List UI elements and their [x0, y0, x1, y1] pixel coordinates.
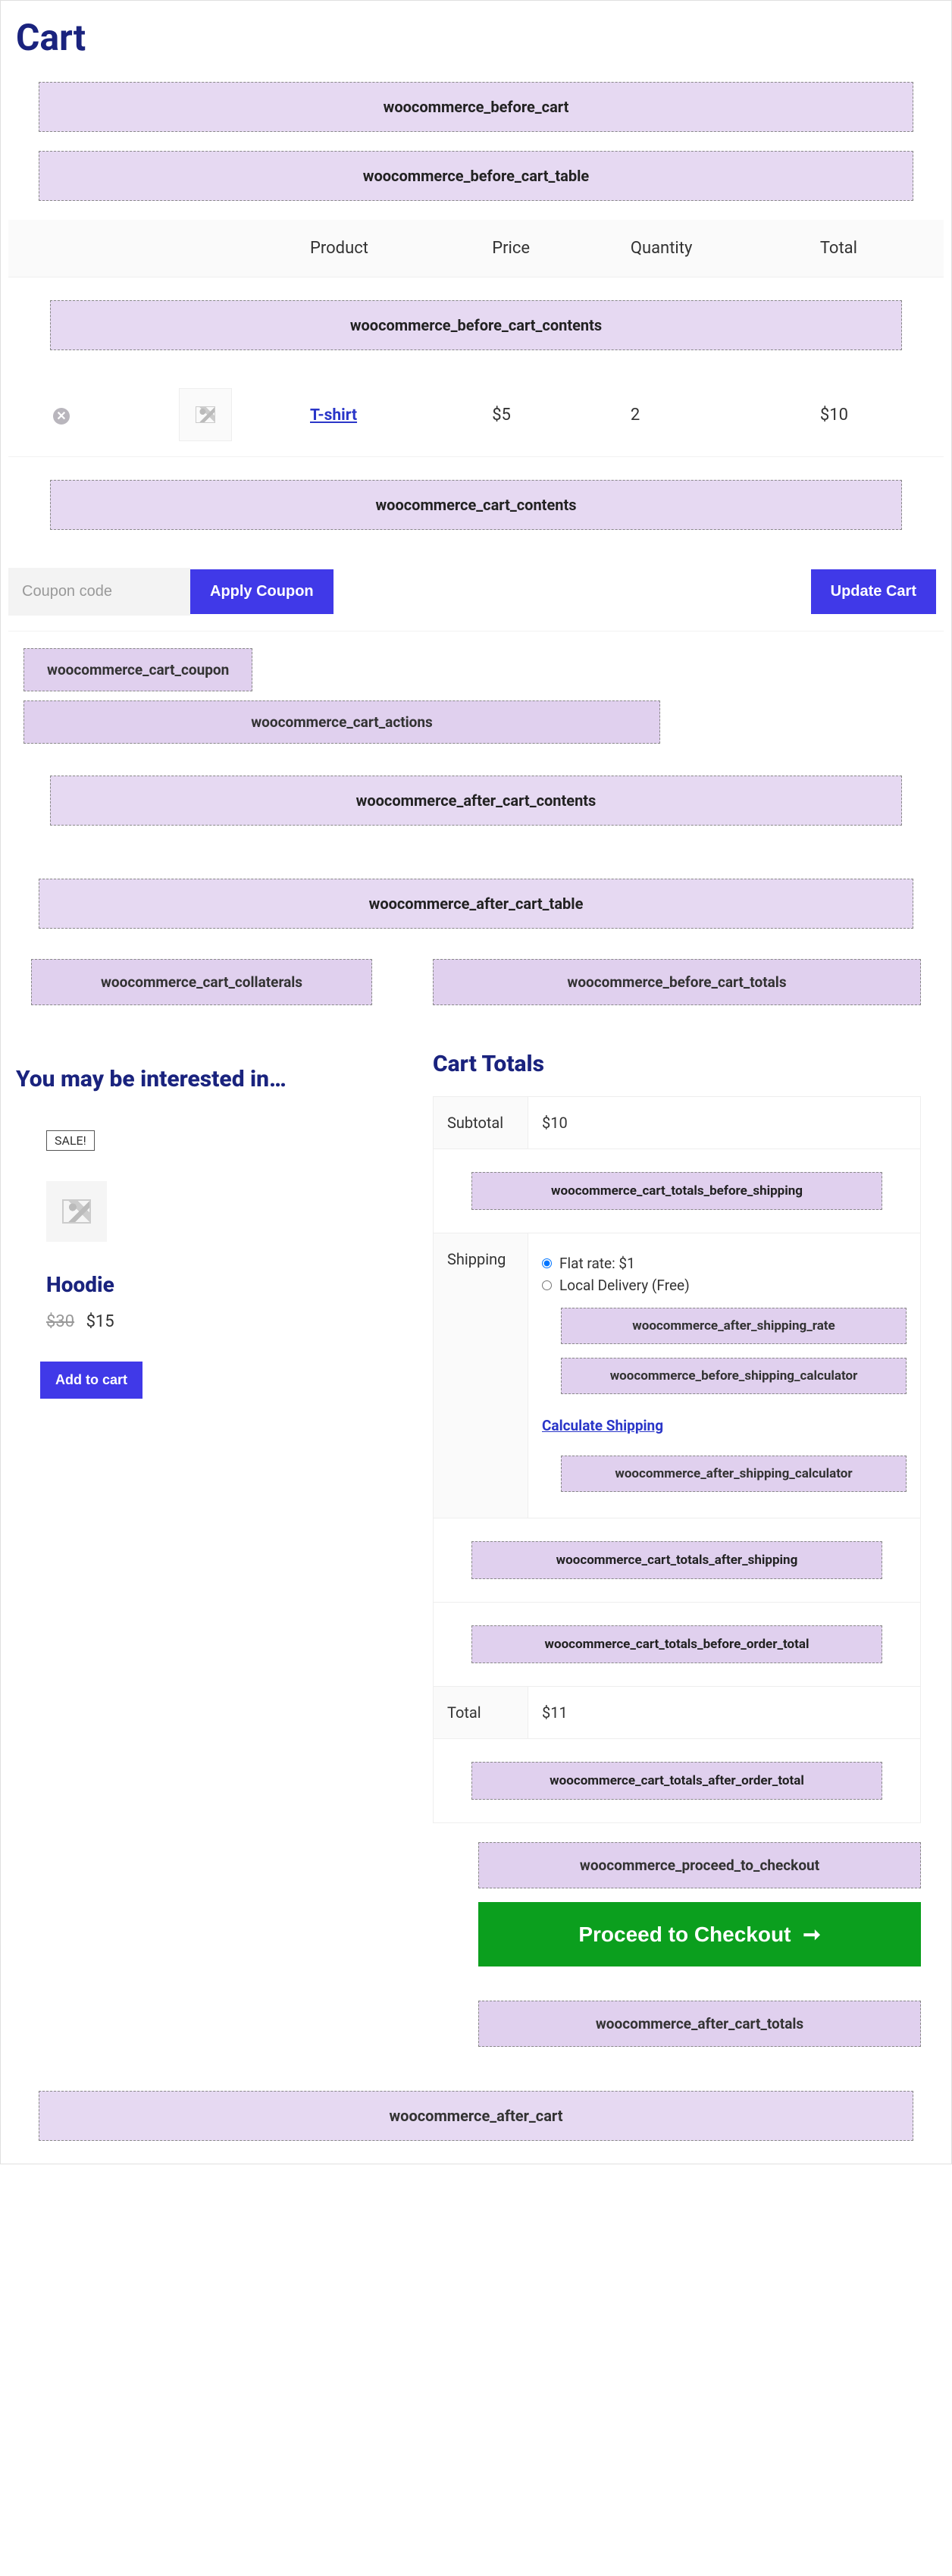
col-price: Price — [478, 220, 617, 277]
cart-page: Cart woocommerce_before_cart woocommerce… — [0, 0, 952, 2164]
hook-after-cart: woocommerce_after_cart — [39, 2091, 913, 2141]
interest-product-name: Hoodie — [46, 1272, 372, 1297]
hook-before-cart: woocommerce_before_cart — [39, 82, 913, 132]
col-product: Product — [296, 220, 478, 277]
interest-heading: You may be interested in… — [16, 1066, 372, 1092]
calculate-shipping-link[interactable]: Calculate Shipping — [542, 1417, 663, 1434]
hook-totals-after-shipping: woocommerce_cart_totals_after_shipping — [471, 1541, 882, 1579]
interest-product-thumb[interactable] — [46, 1181, 107, 1242]
hook-before-cart-table: woocommerce_before_cart_table — [39, 151, 913, 201]
add-to-cart-button[interactable]: Add to cart — [40, 1362, 142, 1399]
cart-totals-heading: Cart Totals — [433, 1051, 921, 1077]
cross-sells-column: woocommerce_cart_collaterals You may be … — [31, 959, 372, 2060]
price-old: $30 — [46, 1312, 74, 1331]
shipping-option-flat[interactable]: Flat rate: $1 — [542, 1255, 907, 1272]
shipping-option-local[interactable]: Local Delivery (Free) — [542, 1277, 907, 1294]
hook-after-shipping-rate: woocommerce_after_shipping_rate — [561, 1308, 907, 1344]
hook-before-shipping-calculator: woocommerce_before_shipping_calculator — [561, 1358, 907, 1394]
product-name-link[interactable]: T-shirt — [310, 406, 357, 425]
hook-after-cart-table: woocommerce_after_cart_table — [39, 879, 913, 929]
remove-item-icon[interactable]: ✕ — [53, 408, 70, 425]
hook-cart-collaterals: woocommerce_cart_collaterals — [31, 959, 372, 1005]
shipping-label: Shipping — [434, 1233, 528, 1518]
col-quantity: Quantity — [617, 220, 806, 277]
hook-before-cart-totals: woocommerce_before_cart_totals — [433, 959, 921, 1005]
lower-columns: woocommerce_cart_collaterals You may be … — [31, 959, 921, 2060]
col-remove — [8, 220, 114, 277]
total-label: Total — [434, 1687, 528, 1739]
cart-totals-column: woocommerce_before_cart_totals Cart Tota… — [433, 959, 921, 2060]
hook-before-cart-contents: woocommerce_before_cart_contents — [50, 300, 902, 350]
interest-price: $30 $15 — [46, 1312, 372, 1331]
hook-totals-after-order-total: woocommerce_cart_totals_after_order_tota… — [471, 1762, 882, 1800]
cart-actions-row: Apply Coupon Update Cart — [8, 553, 944, 631]
item-price: $5 — [478, 373, 617, 457]
shipping-flat-label: Flat rate: $1 — [559, 1255, 635, 1272]
col-thumb — [114, 220, 296, 277]
hook-cart-coupon: woocommerce_cart_coupon — [23, 648, 252, 691]
hook-cart-actions: woocommerce_cart_actions — [23, 700, 660, 744]
subtotal-value: $10 — [528, 1097, 921, 1149]
update-cart-button[interactable]: Update Cart — [811, 569, 936, 614]
hook-totals-before-order-total: woocommerce_cart_totals_before_order_tot… — [471, 1625, 882, 1663]
total-value: $11 — [528, 1687, 921, 1739]
placeholder-image-icon — [196, 406, 215, 423]
coupon-input[interactable] — [8, 568, 190, 616]
cart-totals-table: Subtotal $10 woocommerce_cart_totals_bef… — [433, 1096, 921, 1823]
shipping-radio-local[interactable] — [542, 1280, 552, 1290]
subtotal-label: Subtotal — [434, 1097, 528, 1149]
hook-after-shipping-calculator: woocommerce_after_shipping_calculator — [561, 1456, 907, 1492]
item-quantity: 2 — [617, 373, 806, 457]
hook-cart-contents: woocommerce_cart_contents — [50, 480, 902, 530]
cart-item-row: ✕ T-shirt $5 2 $10 — [8, 373, 944, 457]
col-total: Total — [806, 220, 944, 277]
sale-badge: SALE! — [46, 1130, 95, 1151]
product-thumbnail[interactable] — [179, 388, 232, 441]
cart-table-wrap: Product Price Quantity Total woocommerce… — [8, 220, 944, 848]
item-total: $10 — [806, 373, 944, 457]
arrow-right-icon: ➞ — [803, 1922, 820, 1947]
placeholder-image-icon — [62, 1199, 91, 1224]
shipping-local-label: Local Delivery (Free) — [559, 1277, 690, 1294]
shipping-radio-flat[interactable] — [542, 1258, 552, 1268]
cart-table: Product Price Quantity Total woocommerce… — [8, 220, 944, 848]
proceed-to-checkout-button[interactable]: Proceed to Checkout ➞ — [478, 1902, 921, 1966]
hook-after-cart-contents: woocommerce_after_cart_contents — [50, 776, 902, 826]
price-new: $15 — [86, 1312, 114, 1331]
apply-coupon-button[interactable]: Apply Coupon — [190, 569, 334, 614]
proceed-wrap: woocommerce_proceed_to_checkout Proceed … — [478, 1842, 921, 2047]
hook-after-cart-totals: woocommerce_after_cart_totals — [478, 2001, 921, 2047]
hook-proceed-to-checkout: woocommerce_proceed_to_checkout — [478, 1842, 921, 1888]
hook-totals-before-shipping: woocommerce_cart_totals_before_shipping — [471, 1172, 882, 1210]
proceed-label: Proceed to Checkout — [578, 1923, 791, 1946]
page-title: Cart — [16, 16, 944, 59]
